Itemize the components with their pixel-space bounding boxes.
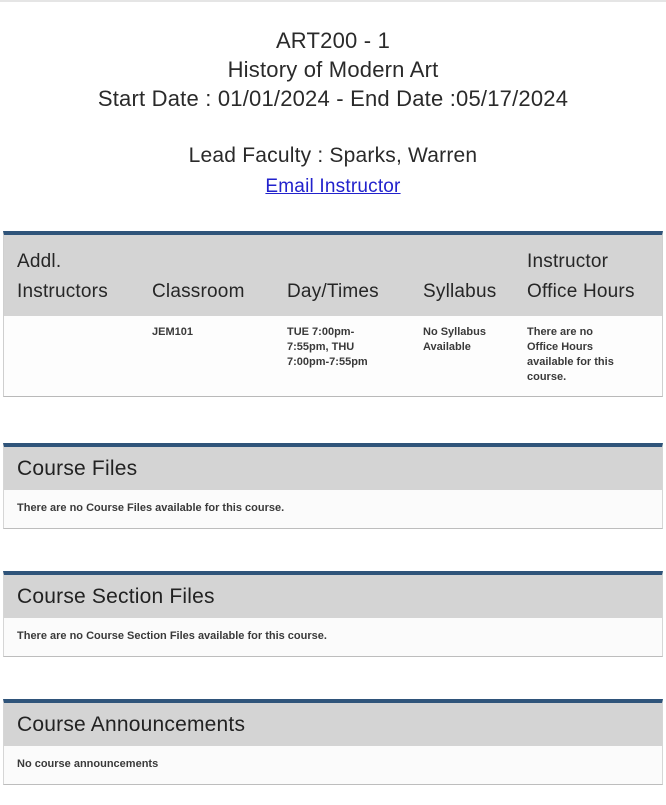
section-course-announcements: Course Announcements No course announcem… bbox=[3, 699, 663, 785]
info-table-row: JEM101 TUE 7:00pm-7:55pm, THU 7:00pm-7:5… bbox=[4, 316, 662, 396]
classroom-value: JEM101 bbox=[152, 326, 193, 338]
cell-classroom: JEM101 bbox=[139, 316, 274, 396]
syllabus-value: No Syllabus Available bbox=[423, 326, 486, 353]
cell-office-hours: There are no Office Hours available for … bbox=[514, 316, 662, 396]
course-announcements-empty-message: No course announcements bbox=[4, 746, 662, 784]
cell-day-times: TUE 7:00pm-7:55pm, THU 7:00pm-7:55pm bbox=[274, 316, 410, 396]
section-course-section-files: Course Section Files There are no Course… bbox=[3, 571, 663, 657]
course-info-table: Addl. Instructors Classroom Day/Times Sy… bbox=[3, 231, 663, 397]
course-files-empty-message: There are no Course Files available for … bbox=[4, 490, 662, 528]
lead-faculty: Lead Faculty : Sparks, Warren bbox=[188, 144, 478, 167]
col-day-times: Day/Times bbox=[274, 235, 410, 316]
course-title: History of Modern Art bbox=[227, 57, 439, 82]
cell-syllabus: No Syllabus Available bbox=[410, 316, 514, 396]
course-detail-page: ART200 - 1 History of Modern Art Start D… bbox=[0, 26, 666, 785]
faculty-block: Lead Faculty : Sparks, Warren Email Inst… bbox=[0, 141, 666, 200]
col-classroom: Classroom bbox=[139, 235, 274, 316]
course-header: ART200 - 1 History of Modern Art Start D… bbox=[0, 26, 666, 200]
col-syllabus: Syllabus bbox=[410, 235, 514, 316]
course-dates: Start Date : 01/01/2024 - End Date :05/1… bbox=[97, 86, 569, 111]
cell-addl-instructors bbox=[4, 316, 139, 396]
email-instructor-link[interactable]: Email Instructor bbox=[265, 174, 400, 200]
office-hours-value: There are no Office Hours available for … bbox=[527, 326, 614, 383]
course-files-title: Course Files bbox=[4, 447, 662, 490]
course-section-files-empty-message: There are no Course Section Files availa… bbox=[4, 618, 662, 656]
course-announcements-title: Course Announcements bbox=[4, 703, 662, 746]
info-table-header-row: Addl. Instructors Classroom Day/Times Sy… bbox=[4, 235, 662, 316]
col-addl-instructors: Addl. Instructors bbox=[4, 235, 139, 316]
day-times-value: TUE 7:00pm-7:55pm, THU 7:00pm-7:55pm bbox=[287, 326, 368, 368]
section-course-files: Course Files There are no Course Files a… bbox=[3, 443, 663, 529]
course-section-files-title: Course Section Files bbox=[4, 575, 662, 618]
col-instructor-office-hours: Instructor Office Hours bbox=[514, 235, 662, 316]
course-code: ART200 - 1 bbox=[275, 28, 391, 53]
